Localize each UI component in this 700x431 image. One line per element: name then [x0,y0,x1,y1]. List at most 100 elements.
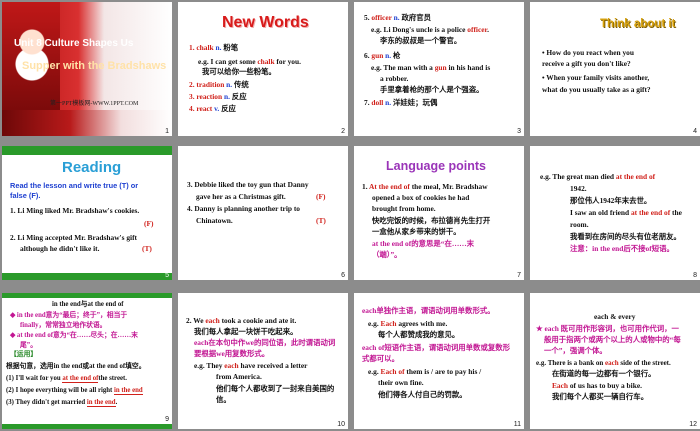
example-line: from America. [216,372,262,381]
slide-number: 5 [165,272,169,279]
sentence-line: brought from home. [372,204,436,213]
word-line: 1. chalk n. 粉笔 [189,43,239,52]
note-line: each在本句中作we的同位语，此时谓语动词 [194,338,336,347]
word-line: 5. officer n. 政府官员 [364,13,432,22]
slide-6-thumbnail[interactable]: 3. Debbie liked the toy gun that Danny g… [178,146,348,280]
slide-5-thumbnail[interactable]: Reading Read the lesson and write true (… [2,146,172,280]
slide-number: 3 [517,128,521,135]
sentence-line: opened a box of cookies he had [372,193,470,202]
question-line: • How do you react when you [542,48,634,57]
word-line: 2. tradition n. 传统 [189,80,249,89]
example-translation: 我们每个人都买一辆自行车。 [552,392,649,401]
note-line: each of短语作主语，谓语动词用单数或复数形 [362,343,511,352]
slide-number: 1 [165,128,169,135]
practice-label: 【运用】 [10,351,38,358]
slide-number: 6 [341,272,345,279]
slide-10-thumbnail[interactable]: 2. We each took a cookie and ate it. 我们每… [178,293,348,429]
slide-12-thumbnail[interactable]: each & every ★ each 既可用作形容词，也可用作代词，一 般用于… [530,293,700,429]
example-line: e.g. The man with a gun in his hand is [371,63,491,72]
translation-line: 我们每人拿起一块饼干吃起来。 [194,327,298,336]
word-line: 7. doll n. 洋娃娃；玩偶 [364,98,438,107]
note-line: （端）”。 [372,250,402,259]
note-line: ◆ at the end of意为“在……尽头；在……末 [10,332,138,339]
example-translation: 我看到在房间的尽头有位老朋友。 [570,232,681,241]
slide-8-thumbnail[interactable]: e.g. The great man died at the end of 19… [530,146,700,280]
example-line: Each of us has to buy a bike. [552,381,642,390]
new-words-title: New Words [222,14,309,31]
slide-7-thumbnail[interactable]: Language points 1. At the end of the mea… [354,146,524,280]
answer-blank: in the end [86,399,116,407]
slide-number: 8 [693,272,697,279]
slide-number: 12 [689,421,697,428]
sentence-line: 2. We each took a cookie and ate it. [186,316,297,325]
reading-title: Reading [62,159,122,176]
example-translation: 信。 [216,395,231,404]
statement-line: 2. Li Ming accepted Mr. Bradshaw's gift [10,233,138,242]
statement-line: 4. Danny is planning another trip to [187,204,301,213]
statement-line: 1. Li Ming liked Mr. Bradshaw's cookies. [10,206,140,215]
answer-text: (T) [316,216,326,225]
top-bar [2,146,172,155]
example-translation: 李东的叔叔是一个警官。 [380,36,462,45]
statement-line: although he didn't like it. [20,244,100,253]
slide-3-thumbnail[interactable]: 5. officer n. 政府官员 e.g. Li Dong's uncle … [354,2,524,136]
bottom-bar [2,273,172,280]
instruction-line: 根据句意，选用in the end或at the end of填空。 [6,363,146,370]
example-line: I saw an old friend at the end of the [570,208,682,217]
slide-number: 11 [513,421,521,428]
example-line: their own fine. [378,378,424,387]
note-line: 式都可以。 [362,354,399,363]
example-line: room. [570,220,589,229]
answer-blank: at the end of [62,375,99,383]
example-translation: 那位伟人1942年末去世。 [570,196,652,205]
footer-text: 第一PPT模板网-WWW.1PPT.COM [50,101,139,107]
note-line: 尾”。 [20,342,37,349]
slide-number: 10 [337,421,345,428]
instruction-line: Read the lesson and write true (T) or [10,181,139,190]
question-line: • When your family visits another, [542,73,650,82]
slide-9-thumbnail[interactable]: in the end与at the end of ◆ in the end意为“… [2,293,172,429]
exercise-line: (1) I'll wait for you at the end ofthe s… [6,375,127,383]
example-translation: 每个人都赞成我的意见。 [378,330,460,339]
example-line: 1942. [570,184,587,193]
question-line: what do you usually take as a gift? [542,85,651,94]
example-translation: 他们得各人付自己的罚款。 [378,390,467,399]
example-translation: 手里拿着枪的那个人是个强盗。 [380,85,484,94]
note-line: finally，常常独立地作状语。 [20,322,107,329]
slide-number: 9 [165,416,169,423]
top-bar [2,293,172,298]
lesson-title: Supper with the Bradshaws [22,60,167,72]
example-translation: 我可以给你一些粉笔。 [202,67,276,76]
answer-text: (T) [142,244,152,253]
note-line: ★ each 既可用作形容词，也可用作代词，一 [536,324,679,333]
slide-11-thumbnail[interactable]: each单独作主语，谓语动词用单数形式。 e.g. Each agrees wi… [354,293,524,429]
word-line: 4. react v. 反应 [189,104,236,113]
statement-line: gave her as a Christmas gift. [196,192,286,201]
question-line: receive a gift you don't like? [542,59,631,68]
translation-line: 一盒他从家乡带来的饼干。 [372,227,461,236]
note-line: 般用于指两个或两个以上的人或物中的“每 [544,335,681,344]
unit-title: Unit 8 Culture Shapes Us [14,38,134,49]
slide-4-thumbnail[interactable]: Think about it • How do you react when y… [530,2,700,136]
answer-text: (F) [144,219,154,228]
note-line: ◆ in the end意为“最后；终于”，相当于 [10,312,128,319]
example-line: e.g. Each agrees with me. [368,319,448,328]
example-line: e.g. Each of them is / are to pay his / [368,367,482,376]
note-line: 要根据we用复数形式。 [194,349,270,358]
example-line: e.g. Li Dong's uncle is a police officer… [371,25,489,34]
example-line: e.g. I can get some chalk for you. [198,57,301,66]
slide-number: 2 [341,128,345,135]
exercise-line: (3) They didn't get married in the end. [6,399,118,407]
slide-2-thumbnail[interactable]: New Words 1. chalk n. 粉笔 e.g. I can get … [178,2,348,136]
note-line: 注意：in the end后不接of短语。 [570,244,674,253]
example-line: e.g. They each have received a letter [194,361,308,370]
word-line: 6. gun n. 枪 [364,51,401,60]
heading-line: each & every [594,312,636,321]
sentence-line: 1. At the end of the meal, Mr. Bradshaw [362,182,488,191]
think-about-it-title: Think about it [600,18,676,30]
slide-1-thumbnail[interactable]: Unit 8 Culture Shapes Us Supper with the… [2,2,172,136]
slide-number: 7 [517,272,521,279]
translation-line: 快吃完饭的时候，布拉德肖先生打开 [372,216,491,225]
snow-area [2,110,172,136]
word-line: 3. reaction n. 反应 [189,92,247,101]
